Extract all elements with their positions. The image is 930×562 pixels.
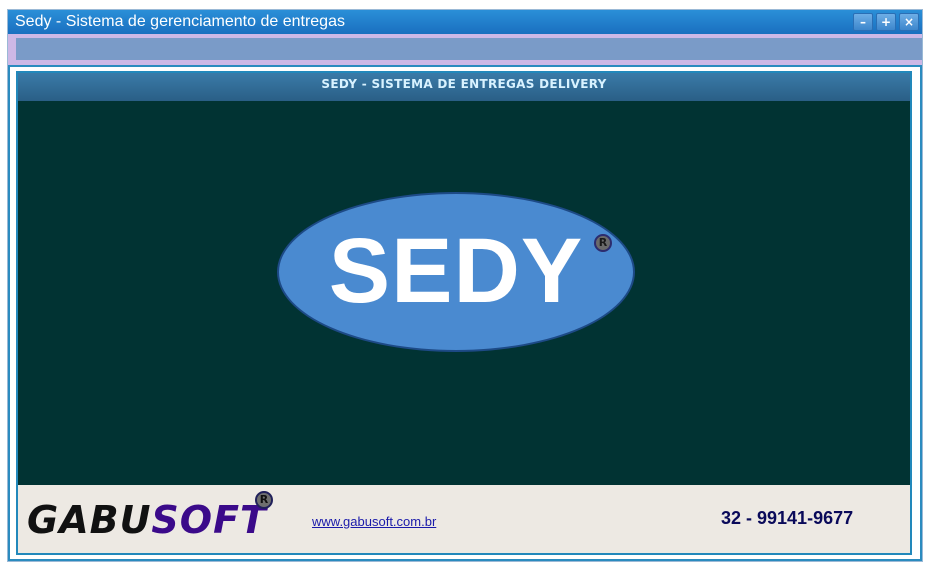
title-bar[interactable]: Sedy - Sistema de gerenciamento de entre… [8,10,922,34]
menu-bar-strip [16,38,922,60]
window-title: Sedy - Sistema de gerenciamento de entre… [15,13,345,30]
banner-title: SEDY - SISTEMA DE ENTREGAS DELIVERY [321,77,607,91]
splash-panel: SEDY - SISTEMA DE ENTREGAS DELIVERY SEDY… [16,71,912,555]
brand-part-soft: SOFT [151,498,267,542]
minimize-button[interactable]: – [853,13,873,31]
sedy-logo: SEDY R [277,192,635,352]
menu-bar [8,34,922,65]
logo-text: SEDY [328,220,584,322]
splash-area: SEDY R [18,101,910,485]
minimize-icon: – [860,15,866,29]
gabusoft-logo: GABUSOFT [27,497,267,543]
phone-number: 32 - 99141-9677 [721,508,854,528]
main-frame: SEDY - SISTEMA DE ENTREGAS DELIVERY SEDY… [8,65,922,561]
close-icon: × [903,15,915,29]
banner: SEDY - SISTEMA DE ENTREGAS DELIVERY [18,73,910,101]
footer: GABUSOFT R www.gabusoft.com.br 32 - 9914… [18,485,910,553]
website-link[interactable]: www.gabusoft.com.br [312,514,436,529]
app-window: Sedy - Sistema de gerenciamento de entre… [7,9,923,562]
brand-part-gabu: GABU [27,498,152,542]
maximize-icon: + [880,15,892,29]
registered-icon: R [255,491,273,509]
registered-icon: R [594,234,612,252]
maximize-button[interactable]: + [876,13,896,31]
close-button[interactable]: × [899,13,919,31]
